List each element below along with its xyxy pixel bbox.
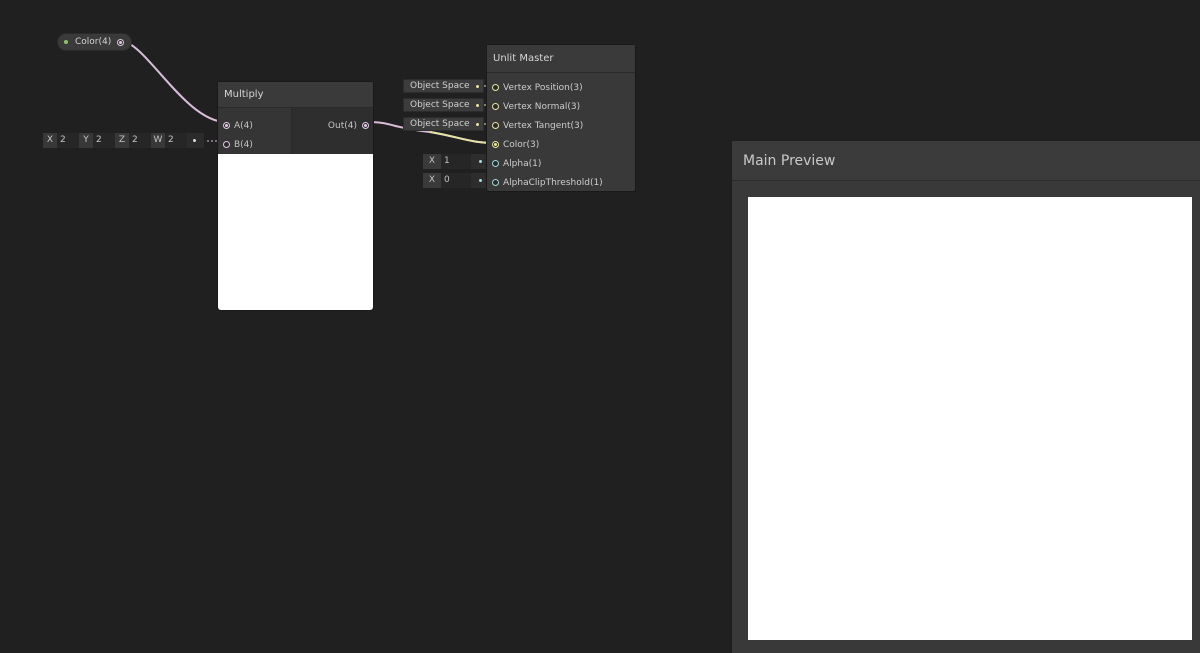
property-indicator-icon: [64, 40, 68, 44]
alpha-input-field[interactable]: X 1: [423, 154, 490, 169]
vector-x-cell[interactable]: X 2: [43, 133, 79, 148]
axis-label: X: [423, 173, 441, 188]
clip-value[interactable]: 0: [441, 173, 471, 188]
port-alpha-clip-threshold[interactable]: AlphaClipThreshold(1): [487, 173, 635, 192]
connector-dot-icon: [479, 160, 482, 163]
axis-value[interactable]: 2: [57, 133, 79, 148]
main-preview-panel[interactable]: Main Preview: [731, 140, 1200, 653]
vector-w-cell[interactable]: W 2: [151, 133, 187, 148]
unlit-master-node[interactable]: Unlit Master Vertex Position(3) Vertex N…: [486, 44, 636, 192]
space-field-tangent[interactable]: Object Space: [403, 117, 484, 131]
port-vertex-position[interactable]: Vertex Position(3): [487, 78, 635, 97]
axis-value[interactable]: 2: [165, 133, 187, 148]
input-label: A(4): [234, 120, 253, 131]
multiply-node[interactable]: Multiply A(4) B(4) Out(4): [217, 81, 374, 311]
input-port[interactable]: [492, 141, 499, 148]
space-label: Object Space: [410, 81, 470, 91]
space-field-position[interactable]: Object Space: [403, 79, 484, 93]
alpha-value[interactable]: 1: [441, 154, 471, 169]
input-port-a[interactable]: [223, 122, 230, 129]
port-label: Color(3): [503, 139, 540, 150]
input-port[interactable]: [492, 84, 499, 91]
port-vertex-tangent[interactable]: Vertex Tangent(3): [487, 116, 635, 135]
space-label: Object Space: [410, 100, 470, 110]
input-label: B(4): [234, 139, 253, 150]
axis-value[interactable]: 2: [93, 133, 115, 148]
input-port[interactable]: [492, 122, 499, 129]
output-out[interactable]: Out(4): [292, 116, 373, 135]
port-label: Alpha(1): [503, 158, 542, 169]
connector-dot-icon: [476, 84, 479, 88]
port-label: Vertex Position(3): [503, 82, 583, 93]
port-alpha[interactable]: Alpha(1): [487, 154, 635, 173]
input-b[interactable]: B(4): [218, 135, 291, 154]
output-port-out[interactable]: [362, 122, 369, 129]
connector-dot-icon: [476, 103, 479, 107]
main-preview-title[interactable]: Main Preview: [732, 141, 1200, 181]
main-preview-viewport[interactable]: [748, 197, 1192, 640]
wire-color-to-a: [120, 40, 227, 123]
input-port[interactable]: [492, 160, 499, 167]
port-vertex-normal[interactable]: Vertex Normal(3): [487, 97, 635, 116]
clip-input-field[interactable]: X 0: [423, 173, 490, 188]
port-label: Vertex Normal(3): [503, 101, 581, 112]
axis-value[interactable]: 2: [129, 133, 151, 148]
property-output-port[interactable]: [117, 38, 125, 46]
connector-dot-icon: [476, 122, 479, 126]
vector-y-cell[interactable]: Y 2: [79, 133, 115, 148]
node-title: Multiply: [218, 82, 373, 108]
space-field-normal[interactable]: Object Space: [403, 98, 484, 112]
port-label: AlphaClipThreshold(1): [503, 177, 603, 188]
node-title: Unlit Master: [487, 45, 635, 73]
axis-label: X: [43, 133, 57, 148]
input-port-b[interactable]: [223, 141, 230, 148]
axis-label: W: [151, 133, 165, 148]
space-label: Object Space: [410, 119, 470, 129]
input-a[interactable]: A(4): [218, 116, 291, 135]
vector-z-cell[interactable]: Z 2: [115, 133, 151, 148]
port-label: Vertex Tangent(3): [503, 120, 584, 131]
port-color[interactable]: Color(3): [487, 135, 635, 154]
connector-dot-icon: [193, 139, 196, 142]
output-label: Out(4): [327, 120, 357, 131]
vector4-input-field[interactable]: X 2 Y 2 Z 2 W 2: [43, 133, 204, 148]
color-property-node[interactable]: Color(4): [57, 33, 132, 51]
input-port[interactable]: [492, 103, 499, 110]
axis-label: Z: [115, 133, 129, 148]
connector-dot-icon: [479, 179, 482, 182]
axis-label: X: [423, 154, 441, 169]
input-port[interactable]: [492, 179, 499, 186]
property-label: Color(4): [75, 37, 112, 47]
node-preview: [218, 154, 373, 310]
axis-label: Y: [79, 133, 93, 148]
